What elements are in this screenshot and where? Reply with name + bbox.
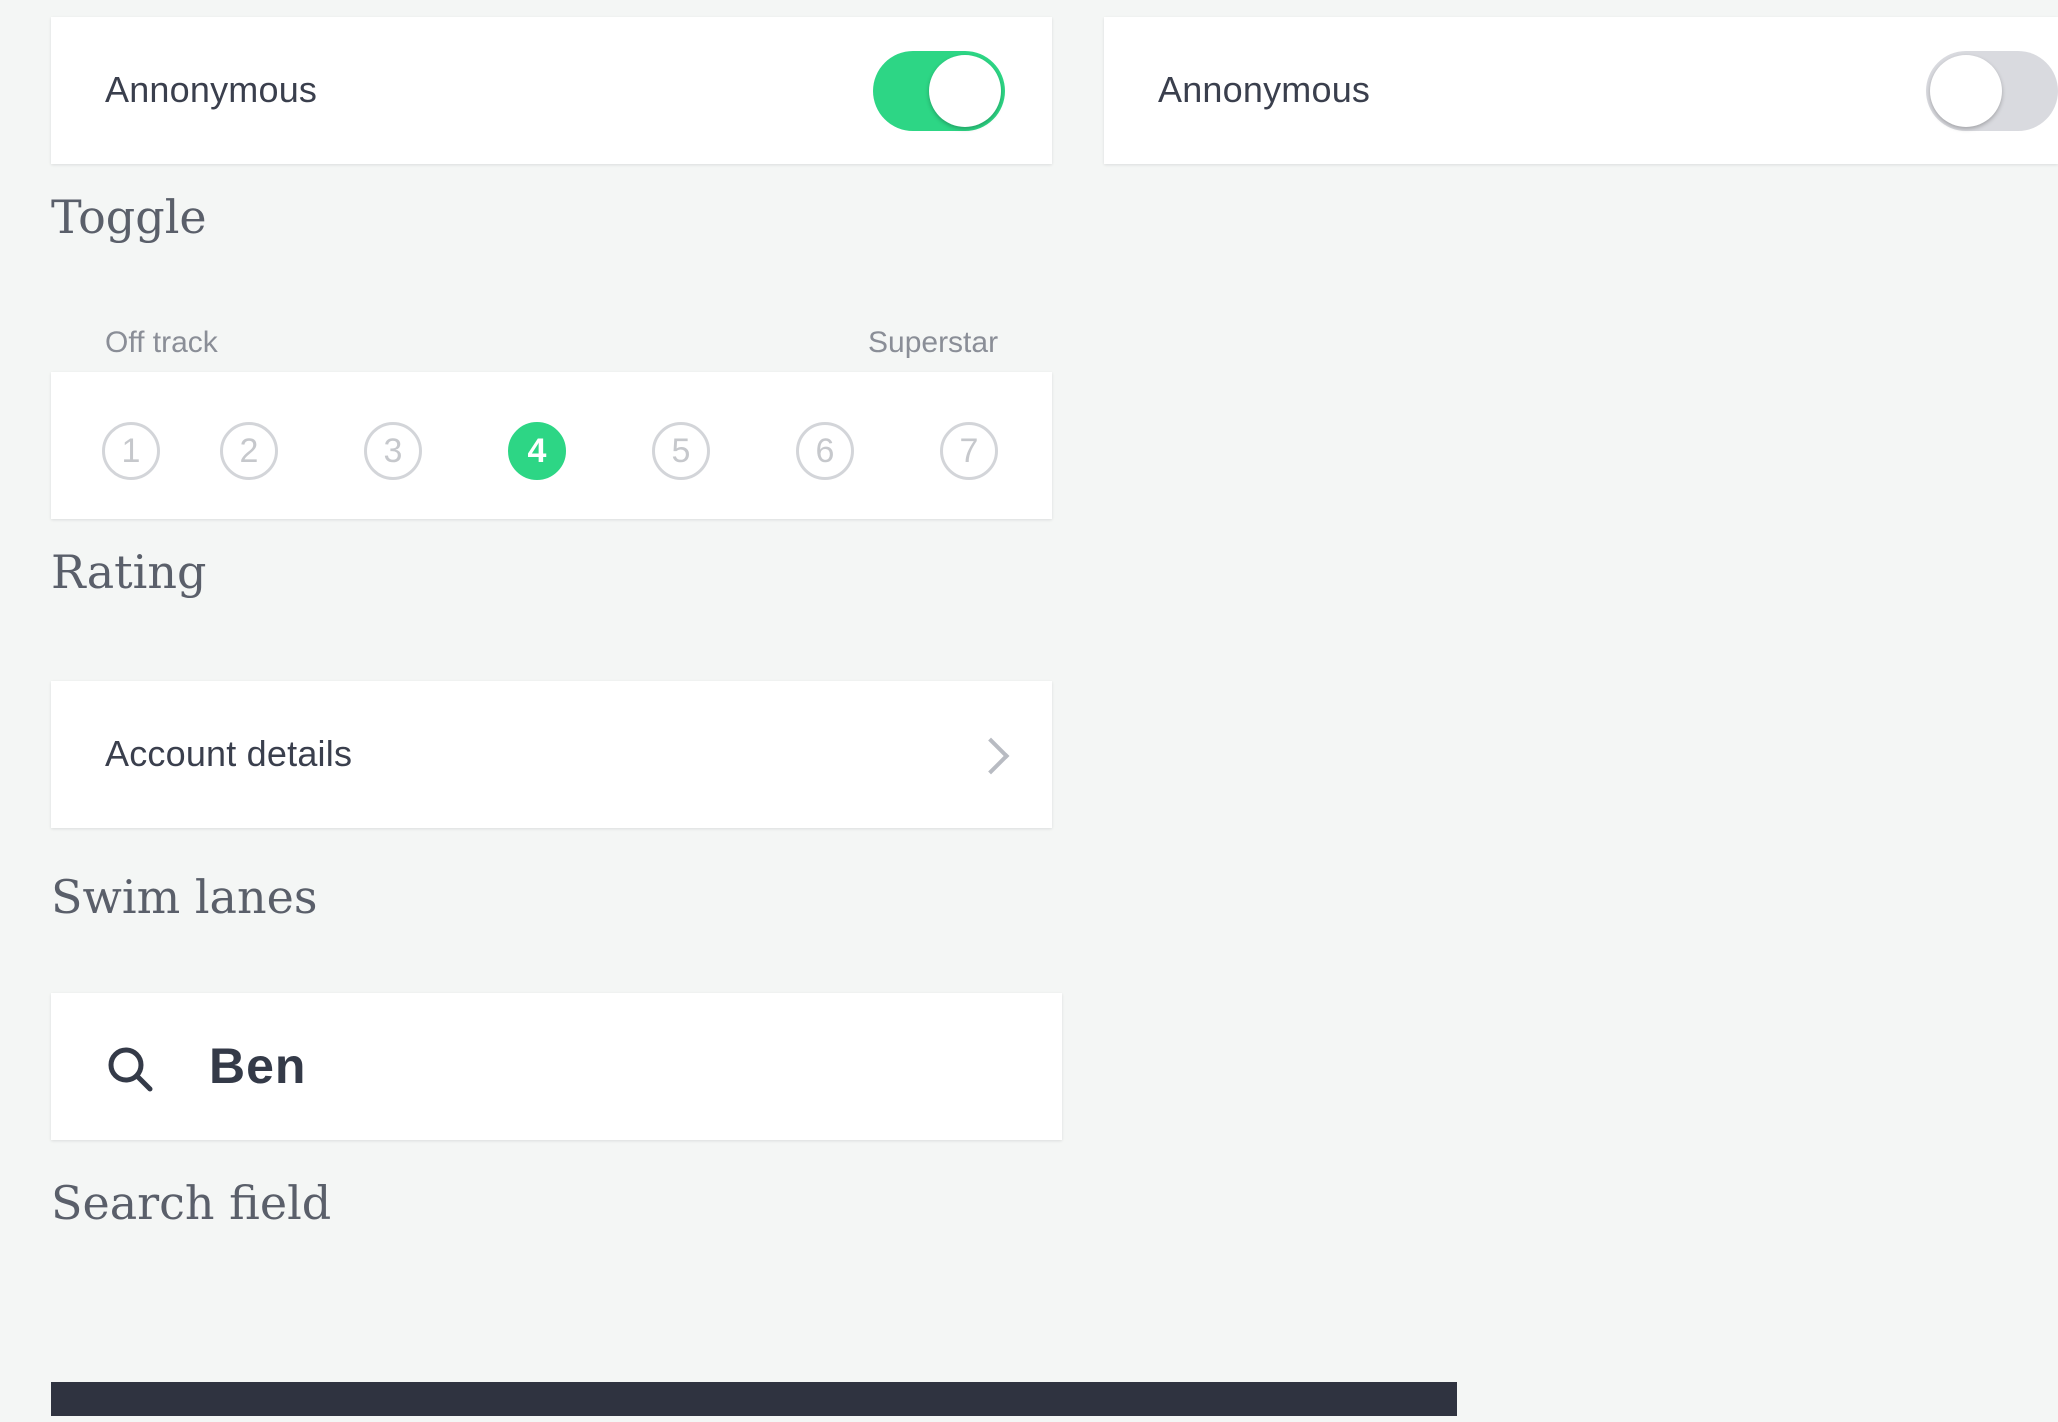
rating-option-5[interactable]: 5: [652, 422, 710, 480]
anonymous-toggle-off[interactable]: [1926, 51, 2058, 131]
toggle-caption: Toggle: [51, 190, 207, 244]
rating-option-7[interactable]: 7: [940, 422, 998, 480]
rating-caption: Rating: [51, 545, 207, 599]
account-details-label: Account details: [105, 733, 353, 774]
rating-low-label: Off track: [105, 326, 218, 359]
toggle-label-off: Annonymous: [1158, 69, 1371, 110]
bottom-bar: [51, 1382, 1457, 1416]
chevron-right-icon: [972, 737, 1010, 775]
toggle-label-on: Annonymous: [105, 69, 318, 110]
swim-lanes-caption: Swim lanes: [51, 870, 318, 924]
rating-option-2[interactable]: 2: [220, 422, 278, 480]
rating-high-label: Superstar: [868, 326, 999, 359]
rating-option-4[interactable]: 4: [508, 422, 566, 480]
toggle-card-off: Annonymous: [1104, 17, 2058, 164]
rating-option-1[interactable]: 1: [102, 422, 160, 480]
toggle-card-on: Annonymous: [51, 17, 1052, 164]
rating-option-6[interactable]: 6: [796, 422, 854, 480]
search-input-value[interactable]: Ben: [209, 1037, 306, 1095]
rating-option-3[interactable]: 3: [364, 422, 422, 480]
anonymous-toggle-on[interactable]: [873, 51, 1005, 131]
rating-card: 1 2 3 4 5 6 7: [51, 372, 1052, 519]
toggle-knob: [1930, 55, 2002, 127]
search-field-caption: Search field: [51, 1176, 332, 1230]
search-field[interactable]: Ben: [51, 993, 1062, 1140]
toggle-knob: [929, 55, 1001, 127]
search-icon: [108, 1047, 153, 1092]
account-details-row[interactable]: Account details: [51, 681, 1052, 828]
